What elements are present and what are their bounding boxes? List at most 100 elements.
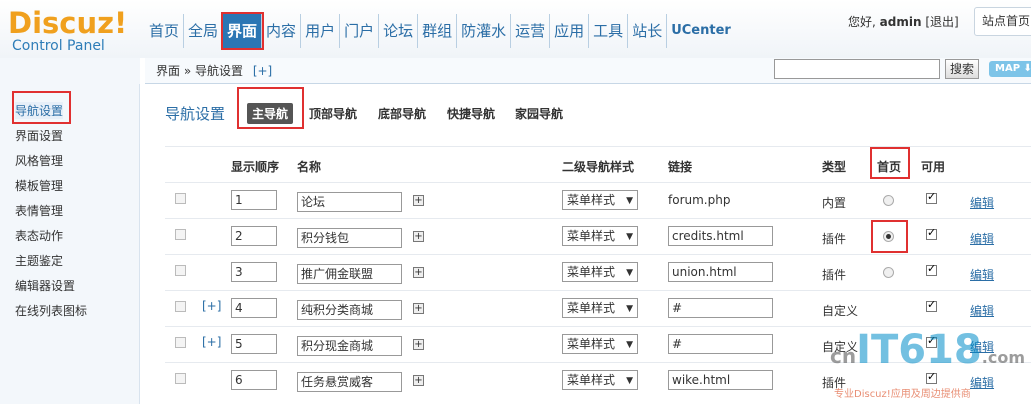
topnav-forum[interactable]: 论坛	[379, 14, 419, 48]
logout-link[interactable]: [退出]	[925, 15, 958, 29]
link-input[interactable]: credits.html	[668, 226, 773, 246]
name-input[interactable]: 任务悬赏威客	[297, 372, 402, 392]
substyle-select[interactable]: 菜单样式 ▼	[562, 334, 638, 354]
tab-footer-nav[interactable]: 底部导航	[378, 105, 426, 122]
add-subnav-icon[interactable]: +	[413, 195, 424, 206]
topnav-global[interactable]: 全局	[184, 14, 224, 48]
link-text: forum.php	[668, 193, 731, 207]
divider	[165, 254, 1031, 255]
topnav-apps[interactable]: 应用	[550, 14, 590, 48]
delete-checkbox[interactable]	[175, 301, 186, 312]
tab-quick-nav[interactable]: 快捷导航	[447, 105, 495, 122]
edit-link[interactable]: 编辑	[970, 266, 994, 283]
tab-top-nav[interactable]: 顶部导航	[309, 105, 357, 122]
topnav-tools[interactable]: 工具	[589, 14, 629, 48]
map-button[interactable]: MAP ⬇	[989, 61, 1031, 77]
order-input[interactable]: 5	[231, 334, 277, 354]
add-subnav-icon[interactable]: +	[413, 339, 424, 350]
sidebar-item-click-actions[interactable]: 表态动作	[15, 227, 63, 244]
order-input[interactable]: 2	[231, 226, 277, 246]
sidebar-item-editor[interactable]: 编辑器设置	[15, 277, 75, 294]
sidebar-item-thread-stamps[interactable]: 主题鉴定	[15, 252, 63, 269]
add-shortcut-link[interactable]: [+]	[253, 64, 272, 78]
topnav-antispam[interactable]: 防灌水	[457, 14, 512, 48]
search-button[interactable]: 搜索	[945, 59, 979, 79]
sidebar-top	[0, 58, 140, 84]
watermark-text: 专业Discuz!应用及周边提供商	[834, 389, 971, 400]
sidebar-item-smilies[interactable]: 表情管理	[15, 202, 63, 219]
site-home-button[interactable]: 站点首页	[974, 7, 1031, 36]
dropdown-arrow-icon: ▼	[626, 268, 633, 278]
link-input[interactable]: #	[668, 334, 773, 354]
dropdown-arrow-icon: ▼	[626, 340, 633, 350]
link-input[interactable]: union.html	[668, 262, 773, 282]
sidebar-item-styles[interactable]: 风格管理	[15, 152, 63, 169]
sidebar-item-interface-settings[interactable]: 界面设置	[15, 127, 63, 144]
substyle-select[interactable]: 菜单样式 ▼	[562, 298, 638, 318]
header: Discuz! Control Panel 首页 全局 界面 内容 用户 门户 …	[0, 0, 1031, 58]
delete-checkbox[interactable]	[175, 265, 186, 276]
name-input[interactable]: 积分现金商城	[297, 336, 402, 356]
home-radio[interactable]	[883, 267, 894, 278]
type-label: 内置	[822, 196, 847, 210]
sidebar: 导航设置 界面设置 风格管理 模板管理 表情管理 表态动作 主题鉴定 编辑器设置…	[0, 84, 140, 404]
topnav-interface[interactable]: 界面	[221, 12, 265, 50]
sidebar-item-templates[interactable]: 模板管理	[15, 177, 63, 194]
enabled-checkbox[interactable]	[926, 298, 937, 312]
link-input[interactable]: wike.html	[668, 370, 773, 390]
order-input[interactable]: 3	[231, 262, 277, 282]
edit-link[interactable]: 编辑	[970, 230, 994, 247]
dropdown-arrow-icon: ▼	[626, 304, 633, 314]
topnav-portal[interactable]: 门户	[340, 14, 380, 48]
col-header-name: 名称	[297, 160, 322, 174]
topnav-operations[interactable]: 运营	[511, 14, 551, 48]
substyle-select[interactable]: 菜单样式 ▼	[562, 262, 638, 282]
name-input[interactable]: 论坛	[297, 192, 402, 212]
divider	[165, 290, 1031, 291]
topnav-content[interactable]: 内容	[262, 14, 302, 48]
order-input[interactable]: 4	[231, 298, 277, 318]
substyle-select[interactable]: 菜单样式 ▼	[562, 370, 638, 390]
tab-home-nav[interactable]: 家园导航	[515, 105, 563, 122]
edit-link[interactable]: 编辑	[970, 302, 994, 319]
substyle-select[interactable]: 菜单样式 ▼	[562, 190, 638, 210]
delete-checkbox[interactable]	[175, 229, 186, 240]
substyle-value: 菜单样式	[567, 373, 616, 387]
watermark-com: .com	[981, 348, 1025, 367]
logo-sub: Control Panel	[12, 38, 105, 54]
name-input[interactable]: 推广佣金联盟	[297, 264, 402, 284]
order-input[interactable]: 6	[231, 370, 277, 390]
order-input[interactable]: 1	[231, 190, 277, 210]
name-input[interactable]: 积分钱包	[297, 228, 402, 248]
substyle-select[interactable]: 菜单样式 ▼	[562, 226, 638, 246]
expand-link[interactable]: [+]	[202, 335, 221, 349]
divider	[165, 182, 1031, 183]
delete-checkbox[interactable]	[175, 373, 186, 384]
home-radio[interactable]	[883, 195, 894, 206]
topnav-home[interactable]: 首页	[145, 14, 185, 48]
topnav-webmaster[interactable]: 站长	[628, 14, 668, 48]
sidebar-item-online-icons[interactable]: 在线列表图标	[15, 302, 87, 319]
expand-link[interactable]: [+]	[202, 299, 221, 313]
delete-checkbox[interactable]	[175, 337, 186, 348]
substyle-value: 菜单样式	[567, 265, 616, 279]
enabled-checkbox[interactable]	[926, 226, 937, 240]
dropdown-arrow-icon: ▼	[626, 376, 633, 386]
topnav-groups[interactable]: 群组	[418, 14, 458, 48]
add-subnav-icon[interactable]: +	[413, 303, 424, 314]
logo-main: Discuz!	[8, 6, 128, 40]
topnav-ucenter[interactable]: UCenter	[667, 14, 735, 48]
edit-link[interactable]: 编辑	[970, 194, 994, 211]
enabled-checkbox[interactable]	[926, 190, 937, 204]
logo: Discuz! Control Panel	[8, 8, 127, 54]
delete-checkbox[interactable]	[175, 193, 186, 204]
add-subnav-icon[interactable]: +	[413, 267, 424, 278]
add-subnav-icon[interactable]: +	[413, 375, 424, 386]
add-subnav-icon[interactable]: +	[413, 231, 424, 242]
name-input[interactable]: 纯积分类商城	[297, 300, 402, 320]
topnav-users[interactable]: 用户	[301, 14, 341, 48]
search-input[interactable]	[774, 59, 940, 79]
link-input[interactable]: #	[668, 298, 773, 318]
col-header-link: 链接	[668, 160, 693, 174]
enabled-checkbox[interactable]	[926, 262, 937, 276]
